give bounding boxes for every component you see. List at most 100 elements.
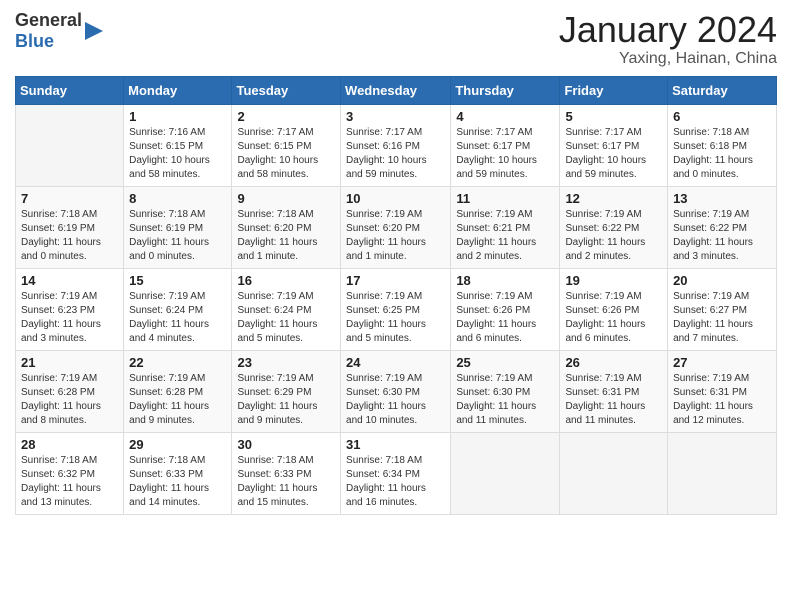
day-number: 5 [565,109,662,124]
day-info: Sunrise: 7:19 AMSunset: 6:27 PMDaylight:… [673,290,771,346]
day-number: 31 [346,437,445,452]
day-info: Sunrise: 7:19 AMSunset: 6:30 PMDaylight:… [456,372,554,428]
day-info: Sunrise: 7:17 AMSunset: 6:15 PMDaylight:… [237,126,335,182]
calendar-week-row: 1 Sunrise: 7:16 AMSunset: 6:15 PMDaylight… [16,104,777,186]
day-of-week-header: Friday [560,76,668,104]
day-number: 14 [21,273,118,288]
calendar-day-cell: 30 Sunrise: 7:18 AMSunset: 6:33 PMDayligh… [232,432,341,514]
day-number: 2 [237,109,335,124]
day-number: 22 [129,355,226,370]
day-info: Sunrise: 7:18 AMSunset: 6:33 PMDaylight:… [129,454,226,510]
calendar-header-row: SundayMondayTuesdayWednesdayThursdayFrid… [16,76,777,104]
calendar-day-cell: 1 Sunrise: 7:16 AMSunset: 6:15 PMDaylight… [124,104,232,186]
logo-blue: Blue [15,31,54,51]
page-header: General Blue January 2024 Yaxing, Hainan… [15,10,777,68]
day-info: Sunrise: 7:19 AMSunset: 6:31 PMDaylight:… [565,372,662,428]
day-number: 12 [565,191,662,206]
calendar-day-cell: 7Sunrise: 7:18 AMSunset: 6:19 PMDaylight… [16,186,124,268]
day-number: 16 [237,273,335,288]
calendar-day-cell [16,104,124,186]
logo-text: General Blue [15,10,82,52]
calendar-day-cell: 17Sunrise: 7:19 AMSunset: 6:25 PMDayligh… [341,268,451,350]
day-info: Sunrise: 7:17 AMSunset: 6:16 PMDaylight:… [346,126,445,182]
calendar-day-cell: 6Sunrise: 7:18 AMSunset: 6:18 PMDaylight… [668,104,777,186]
calendar-day-cell: 3 Sunrise: 7:17 AMSunset: 6:16 PMDaylight… [341,104,451,186]
logo-general: General [15,10,82,30]
day-number: 3 [346,109,445,124]
day-info: Sunrise: 7:19 AMSunset: 6:26 PMDaylight:… [456,290,554,346]
calendar-day-cell: 12 Sunrise: 7:19 AMSunset: 6:22 PMDayligh… [560,186,668,268]
day-info: Sunrise: 7:19 AMSunset: 6:28 PMDaylight:… [21,372,118,428]
day-info: Sunrise: 7:19 AMSunset: 6:24 PMDaylight:… [129,290,226,346]
calendar-day-cell: 5 Sunrise: 7:17 AMSunset: 6:17 PMDaylight… [560,104,668,186]
calendar-week-row: 28Sunrise: 7:18 AMSunset: 6:32 PMDayligh… [16,432,777,514]
day-number: 21 [21,355,118,370]
day-of-week-header: Tuesday [232,76,341,104]
day-number: 18 [456,273,554,288]
calendar-day-cell [560,432,668,514]
title-block: January 2024 Yaxing, Hainan, China [559,10,777,68]
day-info: Sunrise: 7:17 AMSunset: 6:17 PMDaylight:… [456,126,554,182]
calendar-table: SundayMondayTuesdayWednesdayThursdayFrid… [15,76,777,515]
day-number: 20 [673,273,771,288]
day-info: Sunrise: 7:18 AMSunset: 6:18 PMDaylight:… [673,126,771,182]
calendar-day-cell: 24Sunrise: 7:19 AMSunset: 6:30 PMDayligh… [341,350,451,432]
calendar-day-cell: 16Sunrise: 7:19 AMSunset: 6:24 PMDayligh… [232,268,341,350]
calendar-week-row: 7Sunrise: 7:18 AMSunset: 6:19 PMDaylight… [16,186,777,268]
calendar-day-cell: 25 Sunrise: 7:19 AMSunset: 6:30 PMDayligh… [451,350,560,432]
calendar-day-cell: 26 Sunrise: 7:19 AMSunset: 6:31 PMDayligh… [560,350,668,432]
calendar-day-cell: 14Sunrise: 7:19 AMSunset: 6:23 PMDayligh… [16,268,124,350]
day-number: 27 [673,355,771,370]
day-number: 30 [237,437,335,452]
day-number: 4 [456,109,554,124]
day-number: 24 [346,355,445,370]
day-info: Sunrise: 7:18 AMSunset: 6:19 PMDaylight:… [129,208,226,264]
calendar-day-cell: 19Sunrise: 7:19 AMSunset: 6:26 PMDayligh… [560,268,668,350]
calendar-day-cell: 13 Sunrise: 7:19 AMSunset: 6:22 PMDayligh… [668,186,777,268]
day-info: Sunrise: 7:19 AMSunset: 6:25 PMDaylight:… [346,290,445,346]
calendar-week-row: 21 Sunrise: 7:19 AMSunset: 6:28 PMDayligh… [16,350,777,432]
calendar-day-cell: 4 Sunrise: 7:17 AMSunset: 6:17 PMDaylight… [451,104,560,186]
day-number: 11 [456,191,554,206]
day-number: 10 [346,191,445,206]
day-info: Sunrise: 7:19 AMSunset: 6:31 PMDaylight:… [673,372,771,428]
calendar-day-cell: 11Sunrise: 7:19 AMSunset: 6:21 PMDayligh… [451,186,560,268]
day-info: Sunrise: 7:18 AMSunset: 6:20 PMDaylight:… [237,208,335,264]
calendar-day-cell [668,432,777,514]
day-number: 9 [237,191,335,206]
day-info: Sunrise: 7:18 AMSunset: 6:33 PMDaylight:… [237,454,335,510]
day-info: Sunrise: 7:19 AMSunset: 6:29 PMDaylight:… [237,372,335,428]
day-number: 23 [237,355,335,370]
calendar-day-cell: 29 Sunrise: 7:18 AMSunset: 6:33 PMDayligh… [124,432,232,514]
calendar-day-cell: 31 Sunrise: 7:18 AMSunset: 6:34 PMDayligh… [341,432,451,514]
day-info: Sunrise: 7:18 AMSunset: 6:19 PMDaylight:… [21,208,118,264]
day-info: Sunrise: 7:19 AMSunset: 6:22 PMDaylight:… [673,208,771,264]
logo: General Blue [15,10,105,52]
day-number: 29 [129,437,226,452]
day-number: 28 [21,437,118,452]
day-info: Sunrise: 7:19 AMSunset: 6:22 PMDaylight:… [565,208,662,264]
day-info: Sunrise: 7:19 AMSunset: 6:28 PMDaylight:… [129,372,226,428]
calendar-day-cell: 10 Sunrise: 7:19 AMSunset: 6:20 PMDayligh… [341,186,451,268]
day-info: Sunrise: 7:18 AMSunset: 6:34 PMDaylight:… [346,454,445,510]
day-of-week-header: Wednesday [341,76,451,104]
day-info: Sunrise: 7:19 AMSunset: 6:20 PMDaylight:… [346,208,445,264]
calendar-day-cell: 28Sunrise: 7:18 AMSunset: 6:32 PMDayligh… [16,432,124,514]
logo-arrow-icon [85,20,105,42]
day-number: 13 [673,191,771,206]
calendar-week-row: 14Sunrise: 7:19 AMSunset: 6:23 PMDayligh… [16,268,777,350]
calendar-day-cell: 8Sunrise: 7:18 AMSunset: 6:19 PMDaylight… [124,186,232,268]
day-info: Sunrise: 7:19 AMSunset: 6:26 PMDaylight:… [565,290,662,346]
calendar-day-cell: 21 Sunrise: 7:19 AMSunset: 6:28 PMDayligh… [16,350,124,432]
calendar-day-cell: 15Sunrise: 7:19 AMSunset: 6:24 PMDayligh… [124,268,232,350]
day-number: 1 [129,109,226,124]
day-number: 26 [565,355,662,370]
calendar-day-cell: 9 Sunrise: 7:18 AMSunset: 6:20 PMDaylight… [232,186,341,268]
day-number: 25 [456,355,554,370]
day-of-week-header: Saturday [668,76,777,104]
calendar-day-cell: 22 Sunrise: 7:19 AMSunset: 6:28 PMDayligh… [124,350,232,432]
day-info: Sunrise: 7:17 AMSunset: 6:17 PMDaylight:… [565,126,662,182]
month-year-title: January 2024 [559,10,777,50]
day-info: Sunrise: 7:16 AMSunset: 6:15 PMDaylight:… [129,126,226,182]
location-subtitle: Yaxing, Hainan, China [559,50,777,68]
